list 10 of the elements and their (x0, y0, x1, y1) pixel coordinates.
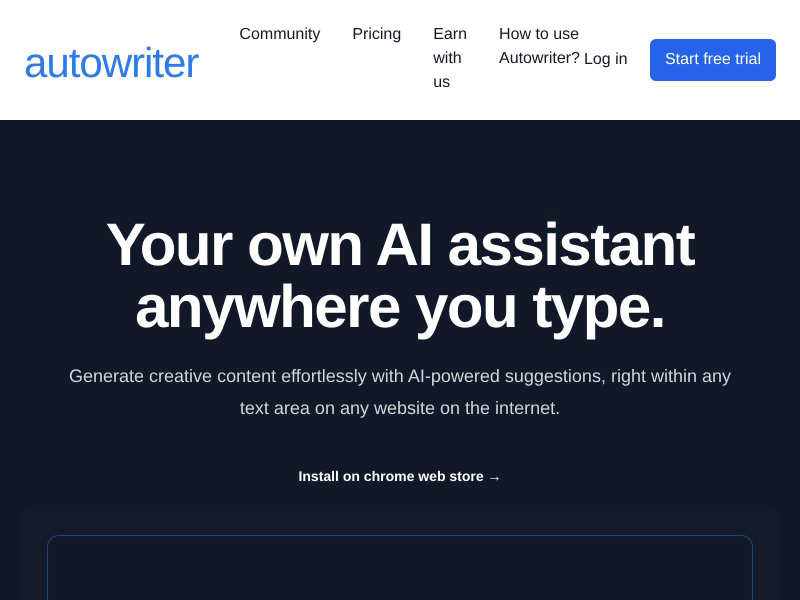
nav-link[interactable]: Pricing (352, 23, 402, 95)
nav-link[interactable]: Earn with us (433, 23, 468, 95)
login-link[interactable]: Log in (584, 48, 628, 72)
hero-subtitle: Generate creative content effortlessly with AI-powered suggestions, right within any text area on any website on the internet. (68, 365, 732, 420)
hero-headline: Your own AI assistant anywhere you type. (104, 214, 696, 338)
install-link[interactable]: Install on chrome web store → (298, 466, 502, 486)
nav-link[interactable]: How to use Autowriter? (499, 23, 580, 95)
start-trial-button[interactable]: Start free trial (650, 39, 776, 81)
autowriter-logo[interactable]: autowriter (24, 39, 198, 87)
nav-link[interactable]: Community (239, 23, 320, 95)
